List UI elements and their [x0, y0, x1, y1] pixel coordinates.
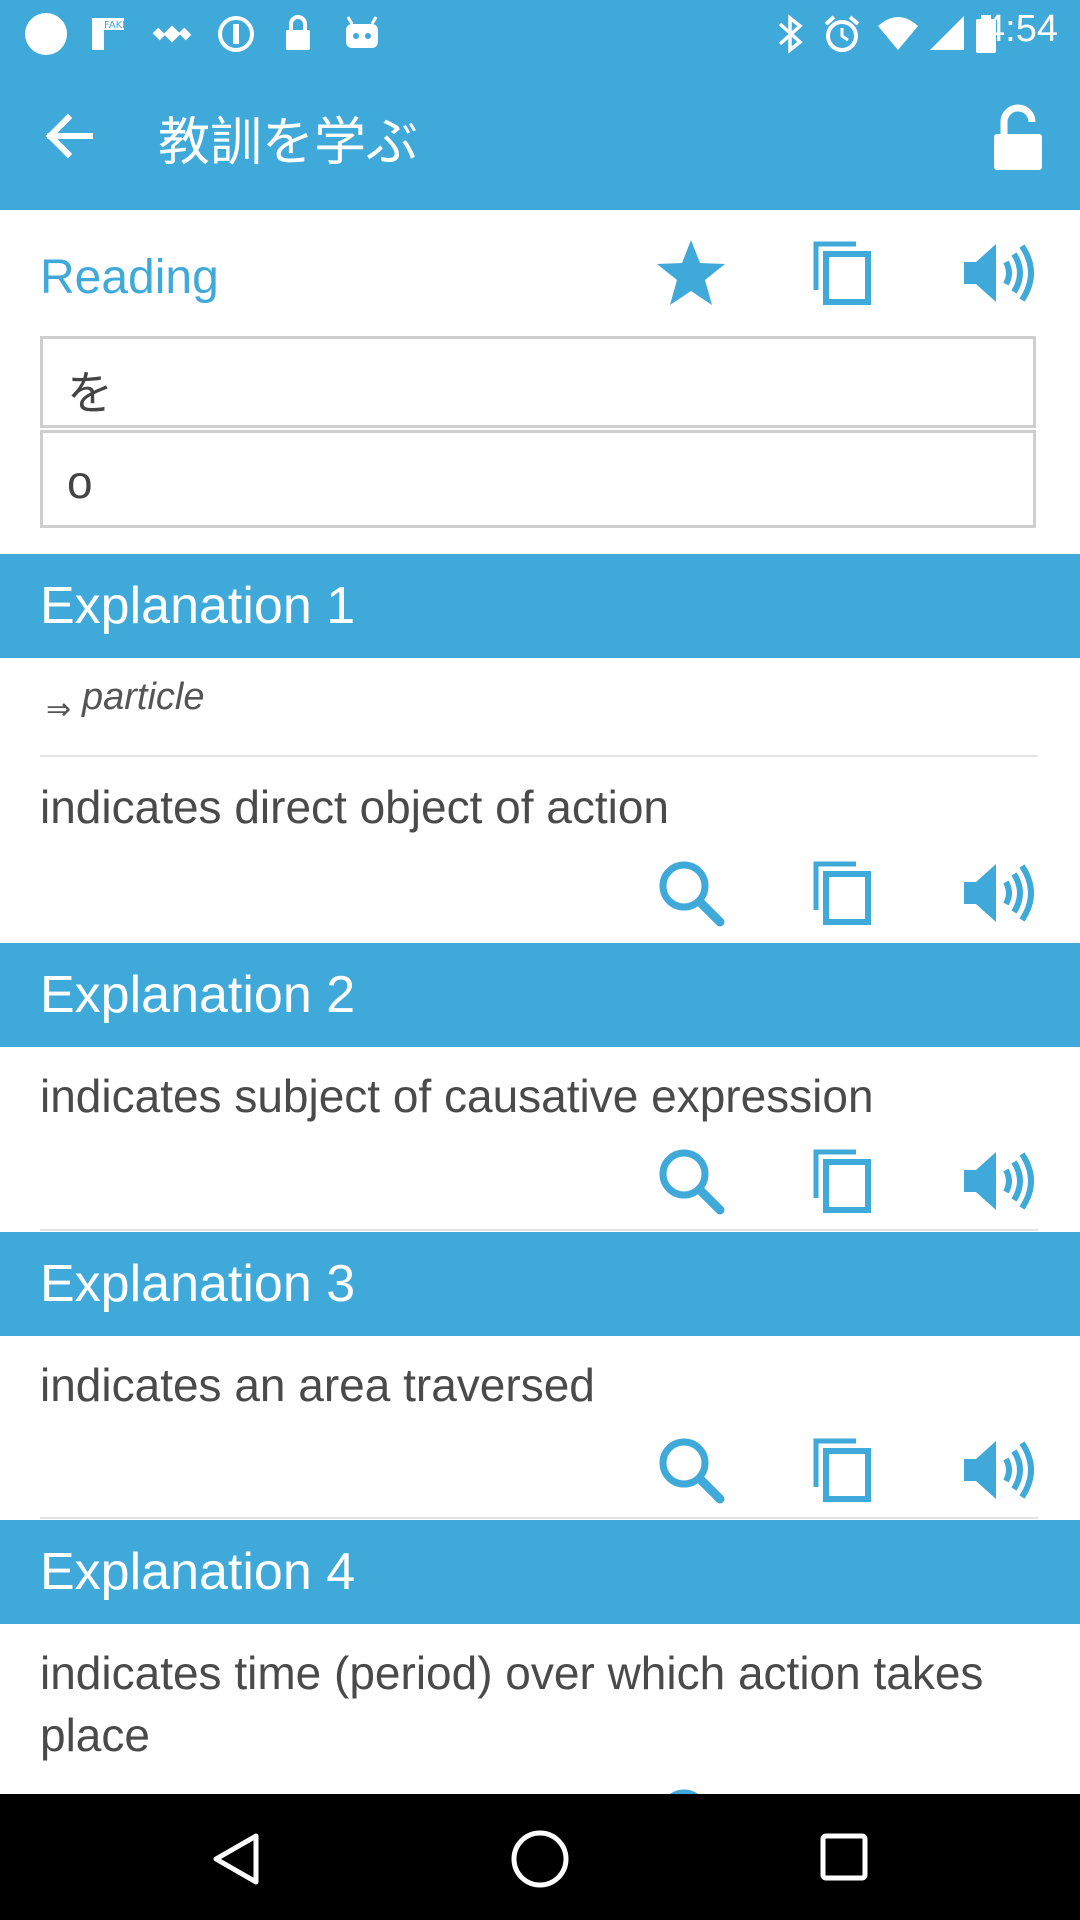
explanation-1-heading: Explanation 1	[40, 577, 356, 635]
back-triangle-icon[interactable]	[210, 1832, 260, 1886]
speaker-icon[interactable]	[962, 240, 1040, 306]
kana-text: を	[67, 367, 113, 419]
divider	[40, 755, 1038, 757]
speaker-icon[interactable]	[962, 860, 1040, 926]
fake-gps-icon: FAKE	[88, 14, 129, 58]
recents-square-icon[interactable]	[819, 1832, 869, 1882]
data-saver-icon	[216, 14, 256, 58]
copy-icon[interactable]	[812, 240, 874, 306]
navigation-bar	[0, 1794, 1080, 1920]
explanation-4-heading: Explanation 4	[40, 1543, 356, 1601]
explanation-3-heading: Explanation 3	[40, 1255, 356, 1313]
star-icon[interactable]	[655, 238, 727, 308]
explanation-1-header: Explanation 1	[0, 554, 1080, 658]
copy-icon[interactable]	[812, 1148, 874, 1214]
arrow-left-icon[interactable]	[40, 106, 106, 166]
reading-label: Reading	[40, 251, 219, 304]
explanation-2-heading: Explanation 2	[40, 966, 356, 1024]
wifi-icon	[876, 14, 920, 58]
copy-icon[interactable]	[812, 1437, 874, 1503]
divider	[40, 1517, 1038, 1519]
speaker-icon[interactable]	[962, 1148, 1040, 1214]
search-icon[interactable]	[656, 1146, 726, 1216]
lock-icon[interactable]	[988, 104, 1048, 174]
copy-icon[interactable]	[812, 860, 874, 926]
speaker-icon[interactable]	[962, 1437, 1040, 1503]
explanation-4-text: indicates time (period) over which actio…	[40, 1647, 984, 1761]
page-title: 教訓を学ぶ	[158, 113, 419, 173]
app-bar: 教訓を学ぶ	[0, 62, 1080, 210]
kana-field: を	[40, 336, 1036, 428]
romaji-field: o	[40, 430, 1036, 528]
status-bar: FAKE 4:54	[0, 0, 1080, 62]
part-of-speech: particle	[82, 676, 205, 718]
satellite-icon	[152, 14, 192, 58]
search-icon[interactable]	[656, 1786, 726, 1794]
search-icon[interactable]	[656, 858, 726, 928]
explanation-3-header: Explanation 3	[0, 1232, 1080, 1336]
circle-icon	[24, 12, 68, 60]
bluetooth-icon	[772, 14, 808, 58]
home-circle-icon[interactable]	[510, 1829, 570, 1889]
status-time: 4:54	[984, 8, 1058, 50]
lock-notification-icon	[280, 14, 316, 58]
alarm-icon	[822, 14, 862, 58]
explanation-3-text: indicates an area traversed	[40, 1359, 595, 1411]
explanation-2-text: indicates subject of causative expressio…	[40, 1070, 874, 1122]
android-icon	[342, 14, 382, 58]
svg-text:FAKE: FAKE	[104, 20, 128, 31]
search-icon[interactable]	[656, 1435, 726, 1505]
signal-icon	[928, 14, 968, 58]
arrow-right-icon: ⇒	[46, 692, 72, 727]
explanation-2-header: Explanation 2	[0, 943, 1080, 1047]
romaji-text: o	[67, 456, 93, 508]
divider	[40, 1229, 1038, 1231]
explanation-1-text: indicates direct object of action	[40, 781, 670, 833]
explanation-4-header: Explanation 4	[0, 1520, 1080, 1624]
